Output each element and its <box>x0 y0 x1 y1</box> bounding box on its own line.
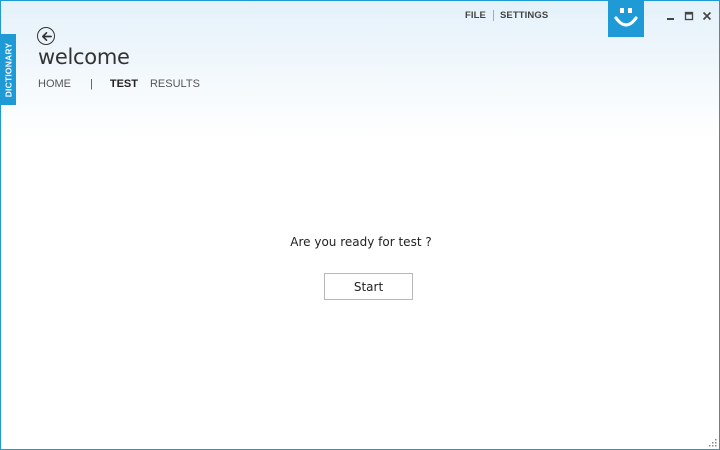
dictionary-tab-label: DICTIONARY <box>3 42 14 97</box>
maximize-button[interactable] <box>681 9 697 23</box>
menu-divider <box>492 10 494 21</box>
minimize-button[interactable] <box>663 9 679 23</box>
close-button[interactable] <box>699 9 715 23</box>
arrow-left-icon <box>41 31 52 41</box>
dictionary-side-tab[interactable]: DICTIONARY <box>1 34 16 105</box>
nav-item-test[interactable]: TEST <box>110 78 138 90</box>
resize-grip-icon[interactable] <box>707 437 717 447</box>
maximize-icon <box>684 11 694 21</box>
top-menu: FILE SETTINGS <box>465 10 548 21</box>
close-icon <box>702 11 712 21</box>
test-ready-question: Are you ready for test ? <box>290 235 432 249</box>
start-button-label: Start <box>353 279 384 294</box>
file-menu[interactable]: FILE <box>465 10 486 21</box>
settings-menu[interactable]: SETTINGS <box>500 10 548 21</box>
nav-item-results[interactable]: RESULTS <box>150 78 200 90</box>
start-button[interactable]: Start <box>324 273 413 300</box>
nav-item-home[interactable]: HOME <box>38 78 71 90</box>
back-button[interactable] <box>37 27 55 45</box>
main-nav: HOME | TEST RESULTS <box>38 78 200 90</box>
nav-separator: | <box>90 78 93 90</box>
smiley-logo <box>608 1 644 37</box>
page-title: welcome <box>38 45 130 69</box>
window-controls <box>663 9 717 23</box>
minimize-icon <box>667 18 674 20</box>
smiley-icon <box>614 8 638 27</box>
app-window: DICTIONARY welcome HOME | TEST RESULTS F… <box>0 0 720 450</box>
